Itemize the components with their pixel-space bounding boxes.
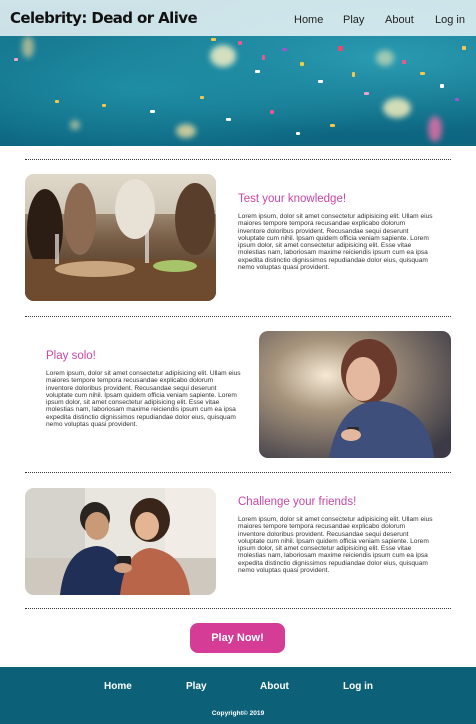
top-navbar: Celebrity: Dead or Alive Home Play About… — [0, 0, 476, 36]
dotted-divider — [25, 316, 451, 317]
footer-about-link[interactable]: About — [260, 681, 289, 692]
confetti-piece — [102, 104, 106, 107]
woman-with-phone-photo — [259, 331, 451, 458]
nav-about-link[interactable]: About — [385, 14, 414, 26]
bokeh-light — [22, 36, 34, 58]
section-title-test-knowledge: Test your knowledge! — [238, 193, 347, 205]
confetti-piece — [455, 98, 459, 101]
confetti-piece — [282, 48, 287, 51]
site-logo[interactable]: Celebrity: Dead or Alive — [10, 9, 198, 27]
confetti-piece — [462, 46, 466, 50]
confetti-piece — [296, 132, 300, 135]
confetti-piece — [226, 118, 231, 121]
confetti-piece — [200, 96, 204, 99]
confetti-piece — [14, 58, 18, 61]
confetti-piece — [255, 70, 260, 73]
nav-home-link[interactable]: Home — [294, 14, 323, 26]
confetti-piece — [330, 124, 335, 127]
section-title-challenge-friends: Challenge your friends! — [238, 496, 357, 508]
section-title-play-solo: Play solo! — [46, 350, 96, 362]
dinner-party-image — [25, 174, 216, 301]
bokeh-light — [428, 116, 442, 142]
confetti-piece — [150, 110, 155, 113]
bokeh-light — [210, 45, 236, 67]
confetti-piece — [338, 46, 343, 51]
footer-play-link[interactable]: Play — [186, 681, 207, 692]
woman-phone-image — [259, 331, 451, 458]
nav-play-link[interactable]: Play — [343, 14, 364, 26]
friends-dinner-party-photo — [25, 174, 216, 301]
couple-with-phones-photo — [25, 488, 216, 595]
confetti-piece — [211, 38, 216, 41]
bokeh-light — [383, 98, 411, 118]
confetti-piece — [420, 72, 425, 75]
confetti-piece — [352, 72, 355, 77]
dotted-divider — [25, 608, 451, 609]
play-now-button[interactable]: Play Now! — [190, 623, 285, 653]
confetti-piece — [270, 110, 274, 114]
section-body-challenge-friends: Lorem ipsum, dolor sit amet consectetur … — [238, 516, 433, 574]
footer-home-link[interactable]: Home — [104, 681, 132, 692]
couple-phones-image — [25, 488, 216, 595]
section-body-play-solo: Lorem ipsum, dolor sit amet consectetur … — [46, 370, 241, 428]
confetti-piece — [300, 62, 304, 66]
nav-login-link[interactable]: Log in — [435, 14, 465, 26]
confetti-piece — [364, 92, 369, 95]
confetti-piece — [238, 41, 242, 45]
bokeh-light — [176, 124, 196, 138]
footer: Home Play About Log in Copyright© 2019 — [0, 667, 476, 724]
hero-banner: Celebrity: Dead or Alive Home Play About… — [0, 0, 476, 146]
confetti-piece — [262, 55, 265, 60]
confetti-piece — [318, 80, 323, 83]
confetti-piece — [402, 60, 406, 64]
bokeh-light — [70, 120, 80, 130]
confetti-piece — [55, 100, 59, 103]
section-body-test-knowledge: Lorem ipsum, dolor sit amet consectetur … — [238, 213, 433, 271]
dotted-divider — [25, 159, 451, 160]
footer-login-link[interactable]: Log in — [343, 681, 373, 692]
bokeh-light — [376, 50, 394, 66]
copyright-text: Copyright© 2019 — [211, 710, 265, 717]
confetti-piece — [440, 84, 444, 88]
dotted-divider — [25, 472, 451, 473]
